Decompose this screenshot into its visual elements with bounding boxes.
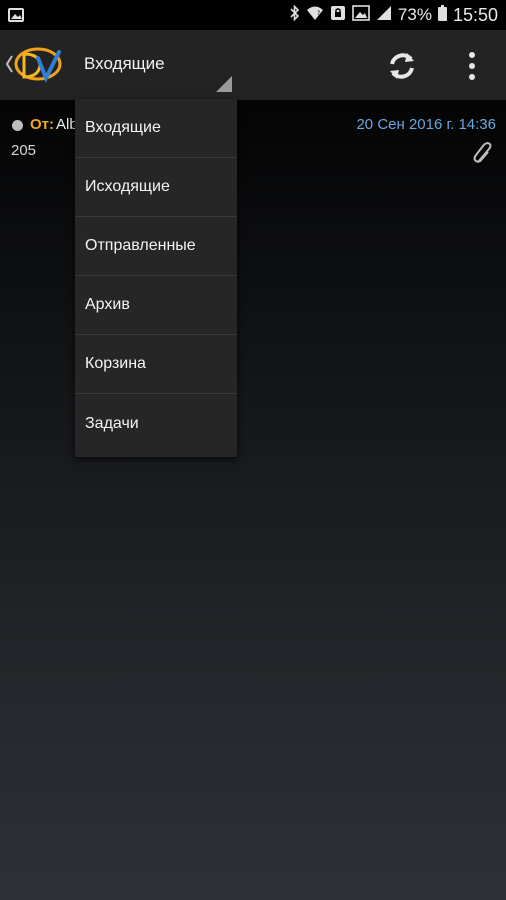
dv-logo-icon[interactable] <box>4 44 66 88</box>
wifi-icon: ? <box>306 5 324 26</box>
clock: 15:50 <box>452 4 498 25</box>
dropdown-triangle-icon[interactable] <box>216 76 232 92</box>
read-status-icon <box>12 120 23 131</box>
refresh-icon[interactable] <box>384 48 420 84</box>
svg-text:?: ? <box>317 10 320 17</box>
menu-item-archive[interactable]: Архив <box>75 276 237 335</box>
battery-icon <box>437 4 447 26</box>
image-notification-icon <box>8 8 24 27</box>
signal-icon <box>376 5 392 26</box>
menu-item-outbox[interactable]: Исходящие <box>75 158 237 217</box>
menu-item-sent[interactable]: Отправленные <box>75 217 237 276</box>
folder-selector[interactable]: Входящие <box>84 54 165 74</box>
overflow-menu-icon[interactable] <box>458 48 486 84</box>
menu-item-tasks[interactable]: Задачи <box>75 394 237 454</box>
app-bar: Входящие <box>0 30 506 100</box>
battery-percent: 73% <box>397 5 432 24</box>
folder-dropdown-menu: Входящие Исходящие Отправленные Архив Ко… <box>75 99 237 457</box>
menu-item-inbox[interactable]: Входящие <box>75 99 237 158</box>
attachment-icon <box>472 140 494 164</box>
from-label: От: <box>30 116 55 133</box>
menu-item-trash[interactable]: Корзина <box>75 335 237 394</box>
message-date: 20 Сен 2016 г. 14:36 <box>356 116 496 133</box>
status-bar: ? 73% 15:50 <box>0 0 506 30</box>
image-icon <box>352 4 370 26</box>
lock-icon <box>330 5 346 26</box>
message-subject: 205 <box>11 142 37 159</box>
bluetooth-icon <box>290 4 300 26</box>
